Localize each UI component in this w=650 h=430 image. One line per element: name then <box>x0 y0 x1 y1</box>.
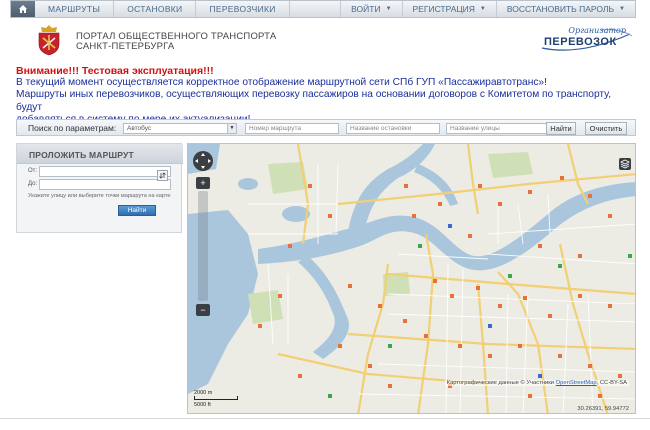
search-bar: Поиск по параметрам: Автобус ▼ Номер мар… <box>16 119 636 136</box>
footer-divider <box>0 418 650 419</box>
portal-title-line2: САНКТ-ПЕТЕРБУРГА <box>76 41 175 52</box>
attribution-suffix: , CC-BY-SA <box>596 380 627 386</box>
search-find-button[interactable]: Найти <box>546 122 576 135</box>
nav-restore-label: Восстановить пароль <box>506 4 615 14</box>
map-coordinates: 30.26391, 59.94772 <box>577 406 629 412</box>
nav-login-label: Войти <box>351 4 381 14</box>
stop-name-input[interactable]: Название остановки <box>346 123 440 134</box>
chevron-down-icon[interactable]: ▼ <box>227 124 236 133</box>
route-find-button[interactable]: Найти <box>118 205 156 216</box>
route-map[interactable]: + − 2000 m 5000 ft Картографические данн… <box>187 143 636 414</box>
scale-bar <box>194 396 238 400</box>
zoom-out-button[interactable]: − <box>196 304 210 316</box>
osm-link[interactable]: OpenStreetMap <box>556 380 597 386</box>
transport-type-value: Автобус <box>127 125 152 132</box>
map-attribution: Картографические данные © Участники Open… <box>444 380 629 386</box>
chevron-down-icon: ▼ <box>479 6 486 12</box>
notice-line-2: Маршруты иных перевозчиков, осуществляющ… <box>16 89 612 113</box>
street-name-input[interactable]: Название улицы <box>446 123 550 134</box>
nav-item-routes[interactable]: Маршруты <box>35 1 115 17</box>
home-icon <box>19 5 27 13</box>
city-crest-icon <box>38 25 60 56</box>
notice-line-1: В текущий момент осуществляется корректн… <box>16 77 547 88</box>
route-planner-panel: ПРОЛОЖИТЬ МАРШРУТ От: До: Укажите улицу … <box>16 143 183 233</box>
transport-type-select[interactable]: Автобус ▼ <box>123 123 237 134</box>
map-scale: 2000 m 5000 ft <box>194 390 238 408</box>
route-to-input[interactable] <box>39 179 171 190</box>
zoom-in-button[interactable]: + <box>196 177 210 189</box>
route-planner-header: ПРОЛОЖИТЬ МАРШРУТ <box>17 144 183 164</box>
chevron-down-icon: ▼ <box>385 6 392 12</box>
map-canvas[interactable] <box>188 144 636 414</box>
top-navigation: Маршруты Остановки Перевозчики Войти ▼ Р… <box>10 0 636 18</box>
nav-register-label: Регистрация <box>412 4 475 14</box>
layers-icon[interactable] <box>619 158 631 170</box>
route-planner-title: ПРОЛОЖИТЬ МАРШРУТ <box>29 150 134 160</box>
home-button[interactable] <box>11 1 35 17</box>
attribution-prefix: Картографические данные © Участники <box>446 380 555 386</box>
search-clear-button[interactable]: Очистить <box>585 122 627 135</box>
portal-title[interactable]: ПОРТАЛ ОБЩЕСТВЕННОГО ТРАНСПОРТА САНКТ-ПЕ… <box>76 32 276 52</box>
route-to-label: До: <box>28 181 38 187</box>
zoom-slider[interactable] <box>198 191 208 301</box>
scale-bottom-label: 5000 ft <box>194 402 211 408</box>
nav-register[interactable]: Регистрация ▼ <box>401 1 496 17</box>
route-number-input[interactable]: Номер маршрута <box>245 123 339 134</box>
warning-message: Внимание!!! Тестовая эксплуатация!!! <box>16 65 214 77</box>
search-label: Поиск по параметрам: <box>28 123 117 133</box>
swap-direction-icon[interactable] <box>157 170 168 181</box>
nav-login[interactable]: Войти ▼ <box>340 1 401 17</box>
route-hint: Укажите улицу или выберите точки маршрут… <box>28 193 171 199</box>
map-pan-control[interactable] <box>192 150 214 172</box>
nav-item-carriers[interactable]: Перевозчики <box>196 1 290 17</box>
chevron-down-icon: ▼ <box>619 6 625 12</box>
organizer-logo-main: ПЕРЕВОЗОК <box>544 36 617 48</box>
organizer-logo-top: Организатор <box>568 26 626 35</box>
route-from-label: От: <box>28 168 38 174</box>
route-from-input[interactable] <box>39 166 171 177</box>
nav-item-stops[interactable]: Остановки <box>114 1 197 17</box>
nav-restore-password[interactable]: Восстановить пароль ▼ <box>495 1 635 17</box>
organizer-logo[interactable]: Организатор ПЕРЕВОЗОК <box>540 26 634 54</box>
